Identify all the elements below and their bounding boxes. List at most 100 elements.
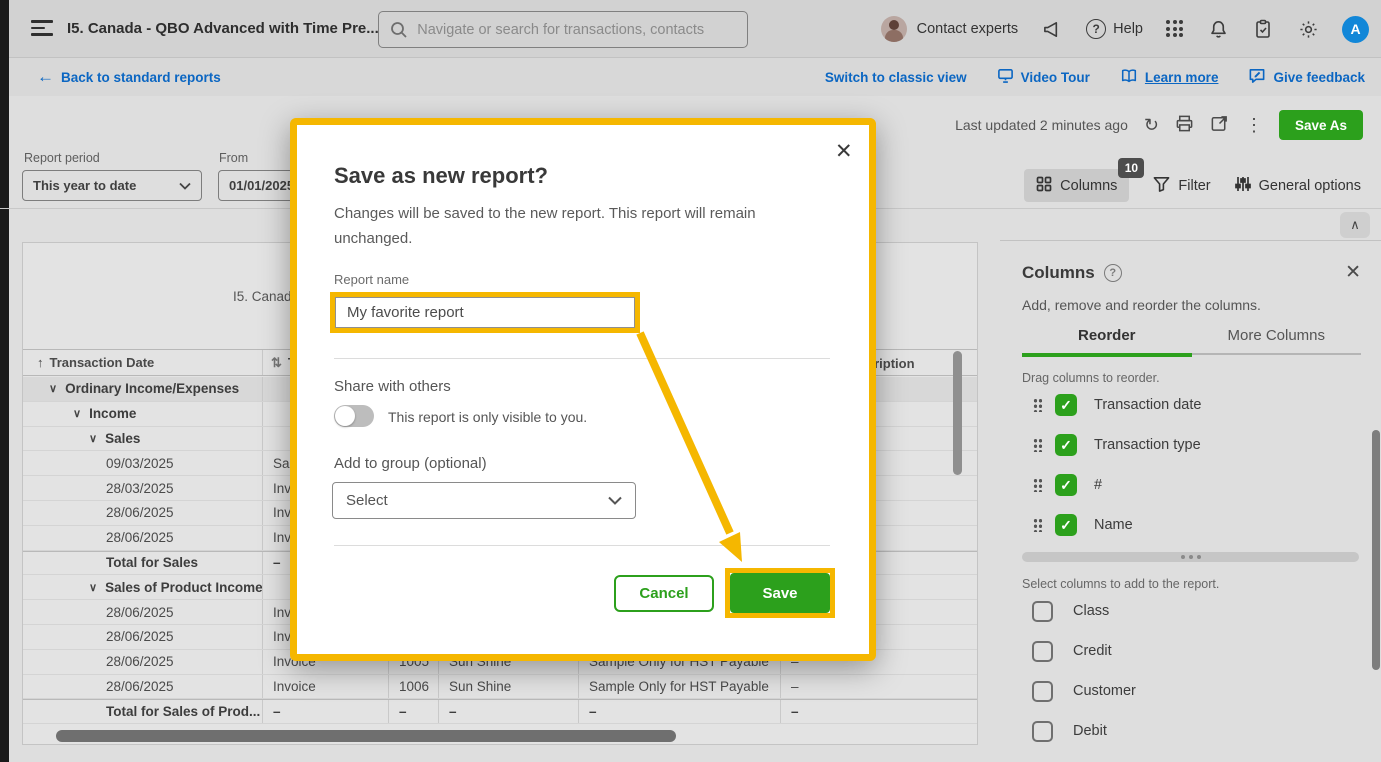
row-chevron-icon[interactable]: ∨ xyxy=(73,407,81,420)
cell-type: Invoice xyxy=(263,675,389,699)
announcements-icon[interactable] xyxy=(1041,18,1063,40)
search-input[interactable] xyxy=(417,22,737,38)
columns-count-badge: 10 xyxy=(1118,158,1144,178)
add-column-item[interactable]: Credit xyxy=(1022,631,1361,671)
more-options-kebab-icon[interactable]: ⋮ xyxy=(1245,116,1263,134)
row-label: Sales xyxy=(105,431,140,446)
page-vertical-scrollbar[interactable] xyxy=(1372,430,1380,670)
report-name-input[interactable] xyxy=(335,297,635,328)
table-horizontal-scrollbar[interactable] xyxy=(56,730,676,742)
reorder-item[interactable]: ✓ Name xyxy=(1022,505,1361,545)
notifications-bell-icon[interactable] xyxy=(1207,18,1229,40)
export-icon[interactable] xyxy=(1210,114,1229,136)
group-select[interactable]: Select xyxy=(332,482,636,519)
settings-gear-icon[interactable] xyxy=(1297,18,1319,40)
dialog-divider-bottom xyxy=(334,545,830,546)
drag-handle-icon[interactable] xyxy=(1033,518,1042,532)
filter-button[interactable]: Filter xyxy=(1153,176,1210,196)
report-period-select[interactable]: This year to date xyxy=(22,170,202,201)
unchecked-checkbox[interactable] xyxy=(1032,721,1053,742)
drag-handle-icon[interactable] xyxy=(1033,478,1042,492)
help-button[interactable]: ? Help xyxy=(1086,19,1143,39)
from-date-input[interactable]: 01/01/2025 xyxy=(218,170,298,201)
close-panel-icon[interactable]: ✕ xyxy=(1345,261,1361,284)
chevron-down-icon xyxy=(608,492,622,509)
book-icon xyxy=(1120,68,1138,87)
row-label: Total for Sales of Prod... xyxy=(106,704,260,719)
save-button[interactable]: Save xyxy=(730,573,830,613)
report-subheader: ← Back to standard reports Switch to cla… xyxy=(9,58,1381,96)
dialog-title: Save as new report? xyxy=(334,163,548,189)
search-icon xyxy=(389,19,409,41)
video-tour-link[interactable]: Video Tour xyxy=(997,67,1090,87)
add-column-item[interactable]: Debit xyxy=(1022,711,1361,751)
row-label: 09/03/2025 xyxy=(106,456,174,471)
row-label: 28/06/2025 xyxy=(106,679,174,694)
tab-underline xyxy=(1022,353,1361,357)
top-navbar: I5. Canada - QBO Advanced with Time Pre.… xyxy=(9,0,1381,58)
add-item-label: Class xyxy=(1073,603,1109,619)
checked-checkbox[interactable]: ✓ xyxy=(1055,514,1077,536)
drag-handle-icon[interactable] xyxy=(1033,438,1042,452)
switch-to-classic-view-link[interactable]: Switch to classic view xyxy=(825,70,967,85)
global-search[interactable] xyxy=(378,11,748,48)
header-transaction-date[interactable]: ↑ Transaction Date xyxy=(23,350,263,375)
row-label: Ordinary Income/Expenses xyxy=(65,381,239,396)
save-button-highlight: Save xyxy=(725,568,835,618)
columns-button[interactable]: Columns 10 xyxy=(1024,169,1129,202)
checked-checkbox[interactable]: ✓ xyxy=(1055,394,1077,416)
table-row[interactable]: ∨ 28/06/2025 Invoice 1006 Sun Shine Samp… xyxy=(23,675,977,700)
columns-grid-icon xyxy=(1036,176,1052,196)
row-label: Income xyxy=(89,406,136,421)
give-feedback-link[interactable]: Give feedback xyxy=(1248,67,1365,88)
tab-more-columns[interactable]: More Columns xyxy=(1192,327,1362,353)
table-vertical-scrollbar[interactable] xyxy=(953,351,962,475)
back-to-standard-reports-link[interactable]: ← Back to standard reports xyxy=(37,58,221,96)
print-icon[interactable] xyxy=(1175,114,1194,136)
cell-name: – xyxy=(439,700,579,723)
contact-experts-button[interactable]: Contact experts xyxy=(881,16,1019,42)
reorder-item-label: Transaction type xyxy=(1094,437,1201,453)
row-label: 28/03/2025 xyxy=(106,481,174,496)
unchecked-checkbox[interactable] xyxy=(1032,681,1053,702)
close-dialog-icon[interactable]: ✕ xyxy=(835,139,853,164)
reorder-item[interactable]: ✓ # xyxy=(1022,465,1361,505)
back-arrow-icon: ← xyxy=(37,67,54,87)
columns-help-icon[interactable]: ? xyxy=(1104,264,1122,282)
add-column-item[interactable]: Class xyxy=(1022,591,1361,631)
reorder-item-label: Transaction date xyxy=(1094,397,1201,413)
sort-ascending-icon: ↑ xyxy=(37,355,44,370)
cell-type: – xyxy=(263,700,389,723)
row-chevron-icon[interactable]: ∨ xyxy=(89,581,97,594)
learn-more-link[interactable]: Learn more xyxy=(1120,68,1219,87)
filter-funnel-icon xyxy=(1153,176,1170,196)
user-avatar[interactable]: A xyxy=(1342,16,1369,43)
sliders-icon xyxy=(1235,176,1251,196)
add-item-label: Credit xyxy=(1073,643,1112,659)
row-chevron-icon[interactable]: ∨ xyxy=(89,432,97,445)
row-chevron-icon[interactable]: ∨ xyxy=(49,382,57,395)
refresh-icon[interactable]: ↻ xyxy=(1144,116,1159,134)
checked-checkbox[interactable]: ✓ xyxy=(1055,434,1077,456)
cancel-button[interactable]: Cancel xyxy=(614,575,714,612)
row-label: 28/06/2025 xyxy=(106,629,174,644)
table-row[interactable]: ∨ Total for Sales of Prod... – – – – – xyxy=(23,699,977,724)
report-name-label: Report name xyxy=(334,272,409,287)
collapse-header-button[interactable]: ∧ xyxy=(1340,212,1370,238)
save-as-button[interactable]: Save As xyxy=(1279,110,1363,140)
apps-grid-icon[interactable] xyxy=(1166,20,1184,38)
tab-reorder[interactable]: Reorder xyxy=(1022,327,1192,353)
tasks-clipboard-icon[interactable] xyxy=(1252,18,1274,40)
share-toggle[interactable] xyxy=(334,405,374,427)
unchecked-checkbox[interactable] xyxy=(1032,641,1053,662)
reorder-item[interactable]: ✓ Transaction type xyxy=(1022,425,1361,465)
hamburger-menu-icon[interactable] xyxy=(31,20,53,38)
checked-checkbox[interactable]: ✓ xyxy=(1055,474,1077,496)
drag-handle-icon[interactable] xyxy=(1033,398,1042,412)
general-options-button[interactable]: General options xyxy=(1235,176,1361,196)
add-column-item[interactable]: Customer xyxy=(1022,671,1361,711)
reorder-item[interactable]: ✓ Transaction date xyxy=(1022,385,1361,425)
reorder-list-scrollbar[interactable] xyxy=(1022,552,1359,562)
unchecked-checkbox[interactable] xyxy=(1032,601,1053,622)
share-with-others-label: Share with others xyxy=(334,378,451,395)
